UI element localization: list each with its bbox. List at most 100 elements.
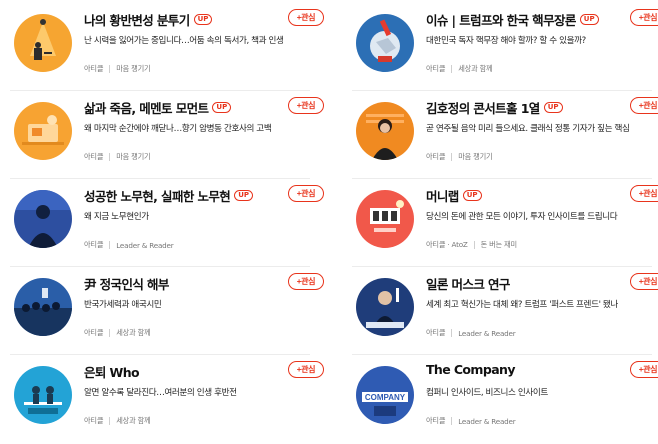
series-grid: 나의 황반변성 분투기 UP 난 시력을 잃어가는 중입니다…어둠 속의 독서가, … — [0, 0, 658, 440]
content-type-label: 아티클 — [84, 328, 104, 337]
series-card[interactable]: COMPANY The Company 컴퍼니 인사이드, 비즈니스 인사이트아티클… — [352, 356, 658, 444]
series-thumbnail[interactable] — [356, 14, 414, 72]
series-meta: 아티클 마음 챙기기 — [84, 64, 151, 74]
series-meta: 아티클 · AtoZ 돈 버는 재미 — [426, 240, 517, 250]
content-type-label: 아티클 — [84, 240, 104, 249]
svg-text:COMPANY: COMPANY — [365, 393, 406, 402]
content-type-label: 아티클 — [84, 416, 104, 425]
series-card[interactable]: 이슈 | 트럼프와 한국 핵무장론 UP 대한민국 독자 핵무장 해야 할까? 할 … — [352, 4, 658, 92]
series-title-row: 김호정의 콘서트홀 1열 UP — [426, 98, 563, 117]
category-label: Leader & Reader — [458, 416, 516, 426]
category-label: 마음 챙기기 — [116, 64, 151, 73]
series-thumbnail[interactable] — [356, 278, 414, 336]
follow-button[interactable]: +관심 — [288, 185, 324, 202]
series-description: 세계 최고 혁신가는 대체 왜? 트럼프 '퍼스트 프렌드' 됐나 — [426, 300, 618, 310]
category-label: 세상과 함께 — [458, 64, 493, 73]
meta-separator — [451, 329, 453, 337]
series-title[interactable]: 머니랩 — [426, 186, 459, 205]
series-title-row: 은퇴 Who — [84, 362, 140, 381]
series-title[interactable]: 삶과 죽음, 메멘토 모먼트 — [84, 98, 209, 117]
series-thumbnail[interactable] — [14, 102, 72, 160]
series-description: 알면 알수록 달라진다…여러분의 인생 후반전 — [84, 388, 237, 398]
series-description: 곧 연주될 음악 미리 들으세요. 클래식 정통 기자가 짚는 핵심 — [426, 124, 630, 134]
follow-button[interactable]: +관심 — [630, 361, 658, 378]
series-card[interactable]: 나의 황반변성 분투기 UP 난 시력을 잃어가는 중입니다…어둠 속의 독서가, … — [10, 4, 332, 92]
series-card[interactable]: 은퇴 Who 알면 알수록 달라진다…여러분의 인생 후반전아티클 세상과 함께 +관… — [10, 356, 332, 444]
content-type-label: 아티클 — [426, 416, 446, 425]
series-meta: 아티클 Leader & Reader — [426, 416, 516, 426]
follow-button[interactable]: +관심 — [288, 9, 324, 26]
follow-button[interactable]: +관심 — [630, 9, 658, 26]
series-card[interactable]: 김호정의 콘서트홀 1열 UP 곧 연주될 음악 미리 들으세요. 클래식 정통 기… — [352, 92, 658, 180]
series-card[interactable]: 성공한 노무현, 실패한 노무현 UP 왜 지금 노무현인가아티클 Leader & … — [10, 180, 332, 268]
series-title[interactable]: 성공한 노무현, 실패한 노무현 — [84, 186, 231, 205]
series-meta: 아티클 Leader & Reader — [84, 240, 174, 250]
series-thumbnail[interactable]: COMPANY — [356, 366, 414, 424]
up-badge: UP — [212, 102, 232, 113]
series-thumbnail[interactable] — [356, 190, 414, 248]
series-title[interactable]: 은퇴 Who — [84, 362, 140, 381]
series-meta: 아티클 세상과 함께 — [84, 328, 151, 338]
series-title-row: 삶과 죽음, 메멘토 모먼트 UP — [84, 98, 232, 117]
up-badge: UP — [234, 190, 254, 201]
follow-button[interactable]: +관심 — [630, 97, 658, 114]
series-title[interactable]: 일론 머스크 연구 — [426, 274, 510, 293]
category-label: 세상과 함께 — [116, 416, 151, 425]
series-title-row: 나의 황반변성 분투기 UP — [84, 10, 213, 29]
content-type-label: 아티클 — [84, 64, 104, 73]
follow-button[interactable]: +관심 — [288, 273, 324, 290]
series-title[interactable]: 이슈 | 트럼프와 한국 핵무장론 — [426, 10, 576, 29]
series-thumbnail[interactable] — [356, 102, 414, 160]
series-description: 대한민국 독자 핵무장 해야 할까? 할 수 있을까? — [426, 36, 586, 46]
meta-separator — [109, 153, 111, 161]
series-title-row: 성공한 노무현, 실패한 노무현 UP — [84, 186, 254, 205]
category-label: Leader & Reader — [116, 240, 174, 250]
series-description: 난 시력을 잃어가는 중입니다…어둠 속의 독서가, 책과 인생 — [84, 36, 284, 46]
series-thumbnail[interactable] — [14, 190, 72, 248]
series-title-row: 일론 머스크 연구 — [426, 274, 510, 293]
category-label: 돈 버는 재미 — [480, 240, 517, 249]
series-meta: 아티클 세상과 함께 — [84, 416, 151, 426]
meta-separator — [109, 241, 111, 249]
series-thumbnail[interactable] — [14, 278, 72, 336]
follow-button[interactable]: +관심 — [288, 97, 324, 114]
series-title-row: The Company — [426, 362, 515, 377]
series-card[interactable]: 삶과 죽음, 메멘토 모먼트 UP 왜 마지막 순간에야 깨닫나…향기 암병동 간호… — [10, 92, 332, 180]
up-badge: UP — [193, 14, 213, 25]
series-meta: 아티클 세상과 함께 — [426, 64, 493, 74]
content-type-label: 아티클 — [426, 64, 446, 73]
meta-separator — [473, 241, 475, 249]
series-title-row: 이슈 | 트럼프와 한국 핵무장론 UP — [426, 10, 599, 29]
series-title[interactable]: 尹 정국인식 해부 — [84, 274, 169, 293]
meta-separator — [451, 153, 453, 161]
series-title[interactable]: 나의 황반변성 분투기 — [84, 10, 190, 29]
meta-separator — [451, 65, 453, 73]
series-meta: 아티클 마음 챙기기 — [84, 152, 151, 162]
category-label: 마음 챙기기 — [458, 152, 493, 161]
series-title[interactable]: The Company — [426, 362, 515, 377]
series-thumbnail[interactable] — [14, 14, 72, 72]
meta-separator — [109, 65, 111, 73]
series-thumbnail[interactable] — [14, 366, 72, 424]
series-meta: 아티클 마음 챙기기 — [426, 152, 493, 162]
series-title[interactable]: 김호정의 콘서트홀 1열 — [426, 98, 540, 117]
series-description: 왜 지금 노무현인가 — [84, 212, 149, 222]
series-description: 왜 마지막 순간에야 깨닫나…향기 암병동 간호사의 고백 — [84, 124, 272, 134]
follow-button[interactable]: +관심 — [630, 185, 658, 202]
series-description: 반국가세력과 애국시민 — [84, 300, 162, 310]
meta-separator — [451, 417, 453, 425]
category-label: 마음 챙기기 — [116, 152, 151, 161]
series-card[interactable]: 일론 머스크 연구세계 최고 혁신가는 대체 왜? 트럼프 '퍼스트 프렌드' … — [352, 268, 658, 356]
series-card[interactable]: 머니랩 UP 당신의 돈에 관한 모든 이야기, 투자 인사이트를 드립니다아티클 … — [352, 180, 658, 268]
follow-button[interactable]: +관심 — [288, 361, 324, 378]
content-type-label: 아티클 — [84, 152, 104, 161]
series-title-row: 머니랩 UP — [426, 186, 482, 205]
series-description: 컴퍼니 인사이드, 비즈니스 인사이트 — [426, 388, 548, 398]
content-type-label: 아티클 · AtoZ — [426, 240, 468, 249]
up-badge: UP — [462, 190, 482, 201]
series-card[interactable]: 尹 정국인식 해부반국가세력과 애국시민아티클 세상과 함께 +관심 — [10, 268, 332, 356]
follow-button[interactable]: +관심 — [630, 273, 658, 290]
meta-separator — [109, 329, 111, 337]
category-label: Leader & Reader — [458, 328, 516, 338]
series-description: 당신의 돈에 관한 모든 이야기, 투자 인사이트를 드립니다 — [426, 212, 618, 222]
